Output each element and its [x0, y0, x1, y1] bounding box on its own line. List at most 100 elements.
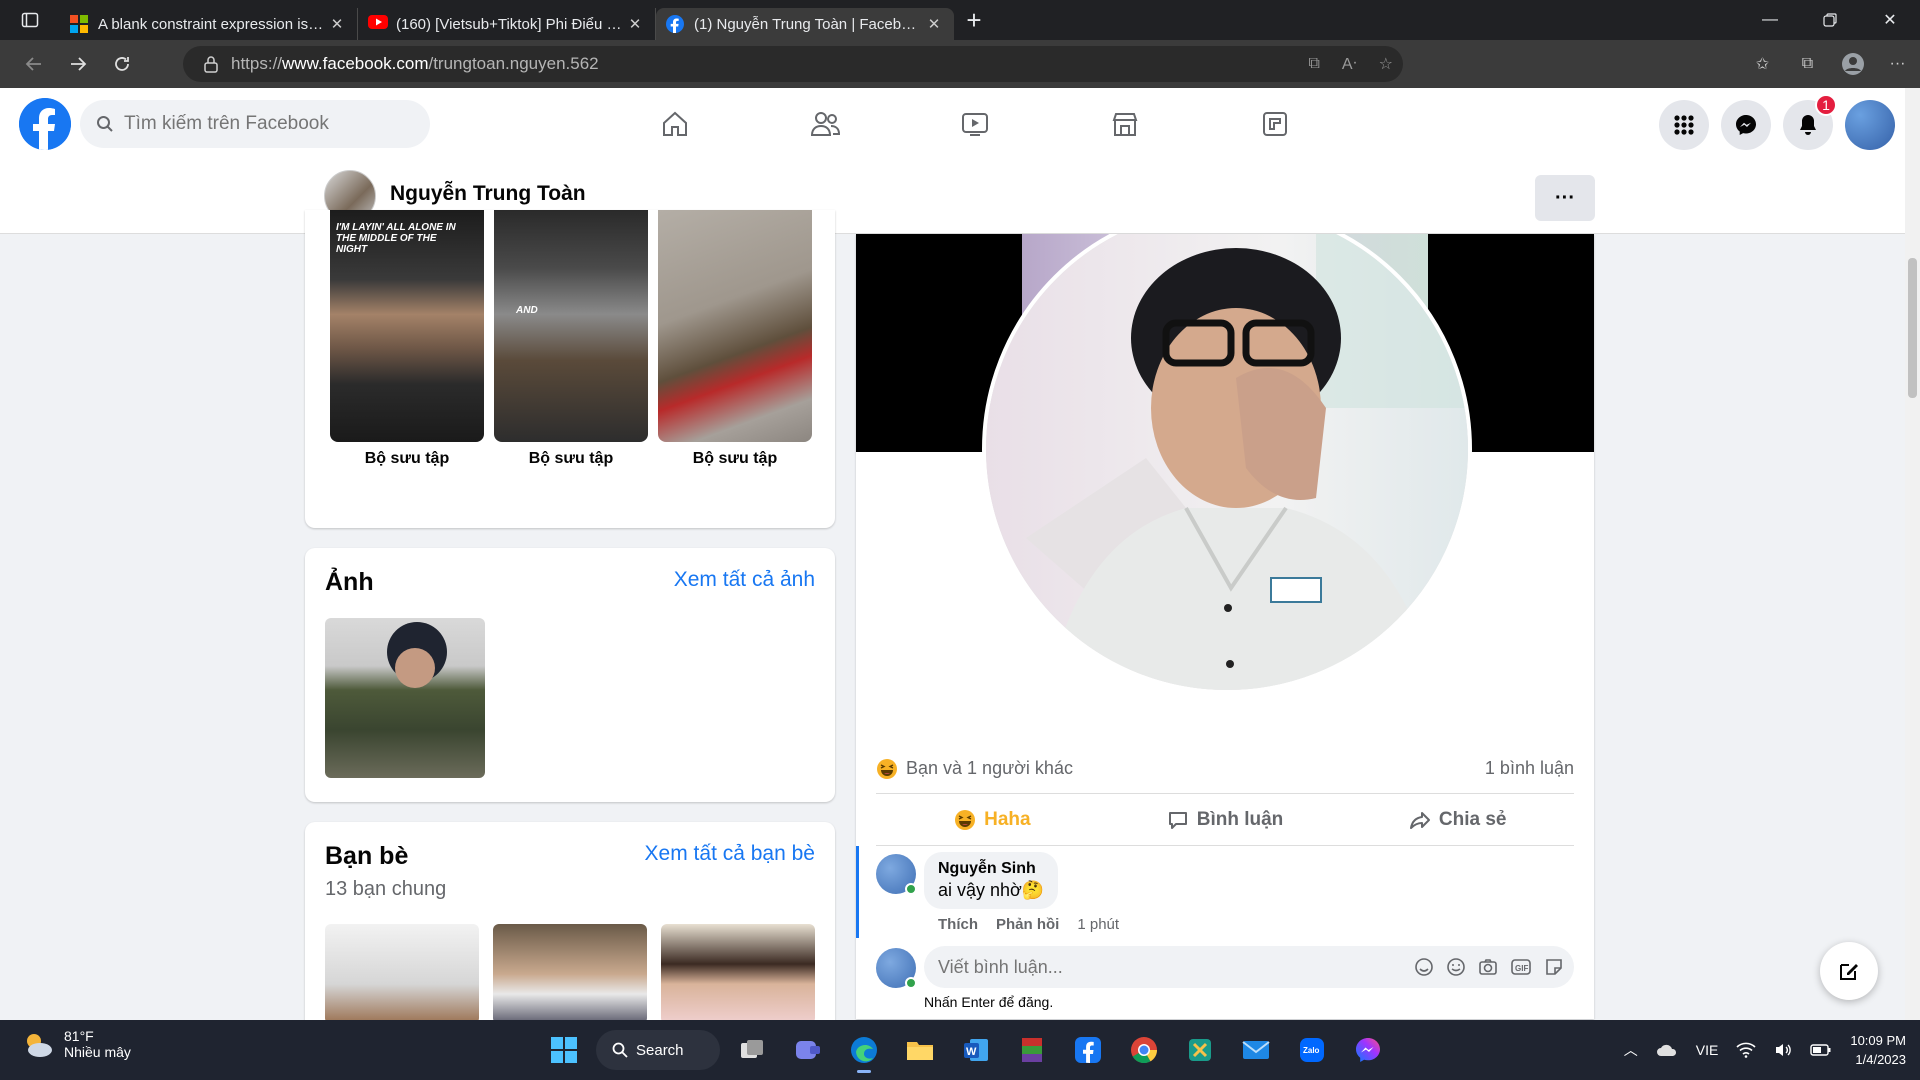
browser-tab-2[interactable]: (160) [Vietsub+Tiktok] Phi Điểu Và Ve Sầ…	[358, 8, 656, 40]
notifications-button[interactable]: 1	[1783, 94, 1837, 150]
profile-name[interactable]: Nguyễn Trung Toàn	[390, 182, 586, 206]
favorites-icon[interactable]: ✩	[1740, 44, 1785, 84]
collection-item[interactable]: Bộ sưu tập	[658, 210, 812, 468]
windows-start-icon[interactable]	[540, 1026, 588, 1074]
nav-friends[interactable]	[750, 88, 900, 160]
collection-label[interactable]: Bộ sưu tập	[330, 450, 484, 468]
profile-icon[interactable]	[1830, 44, 1875, 84]
minimize-icon[interactable]: —	[1740, 0, 1800, 40]
wifi-icon[interactable]	[1736, 1042, 1756, 1058]
messenger-button[interactable]	[1721, 100, 1771, 150]
address-bar[interactable]: https://www.facebook.com/trungtoan.nguye…	[183, 46, 1403, 82]
comment-reply-link[interactable]: Phản hồi	[996, 916, 1059, 933]
teams-chat-icon[interactable]	[784, 1026, 832, 1074]
winrar-icon[interactable]	[1008, 1026, 1056, 1074]
system-clock[interactable]: 10:09 PM 1/4/2023	[1850, 1031, 1906, 1069]
sticker-icon[interactable]	[1544, 957, 1564, 977]
close-tab-icon[interactable]: ✕	[327, 15, 347, 33]
new-tab-button[interactable]: +	[954, 0, 994, 40]
friend-thumbnail[interactable]	[325, 924, 479, 1024]
camera-icon[interactable]	[1478, 957, 1498, 977]
collection-label[interactable]: Bộ sưu tập	[494, 450, 648, 468]
search-input[interactable]	[124, 113, 404, 135]
nav-marketplace[interactable]	[1050, 88, 1200, 160]
nav-gaming[interactable]	[1200, 88, 1350, 160]
facebook-search[interactable]	[80, 100, 430, 148]
input-language[interactable]: VIE	[1696, 1042, 1719, 1058]
collection-item[interactable]: I'M LAYIN' ALL ALONE IN THE MIDDLE OF TH…	[330, 210, 484, 468]
task-view-icon[interactable]	[728, 1026, 776, 1074]
settings-more-icon[interactable]: ···	[1875, 44, 1920, 84]
gif-icon[interactable]: GIF	[1510, 957, 1532, 977]
restore-icon[interactable]	[1800, 0, 1860, 40]
friend-thumbnail[interactable]	[661, 924, 815, 1024]
forward-icon[interactable]	[56, 44, 100, 84]
add-favorite-icon[interactable]: ☆	[1379, 54, 1393, 74]
haha-button[interactable]: Haha	[876, 794, 1109, 845]
volume-icon[interactable]	[1774, 1042, 1792, 1058]
back-icon[interactable]	[12, 44, 56, 84]
browser-tab-3-active[interactable]: (1) Nguyễn Trung Toàn | Facebook ✕	[656, 8, 954, 40]
zalo-icon[interactable]: Zalo	[1288, 1026, 1336, 1074]
comments-count[interactable]: 1 bình luận	[1485, 758, 1574, 779]
comment-button[interactable]: Bình luận	[1109, 794, 1342, 845]
close-tab-icon[interactable]: ✕	[625, 15, 645, 33]
see-all-photos-link[interactable]: Xem tất cả ảnh	[674, 568, 815, 592]
read-aloud-icon[interactable]: Aᐧ	[1342, 54, 1357, 74]
file-explorer-icon[interactable]	[896, 1026, 944, 1074]
comment-time[interactable]: 1 phút	[1077, 916, 1119, 933]
page-scrollbar[interactable]	[1905, 88, 1920, 1020]
profile-picture[interactable]	[982, 234, 1472, 694]
onedrive-icon[interactable]	[1656, 1043, 1678, 1057]
collection-label[interactable]: Bộ sưu tập	[658, 450, 812, 468]
open-in-app-icon[interactable]: ⧉	[1308, 55, 1319, 73]
my-avatar[interactable]	[876, 948, 917, 989]
scrollbar-thumb[interactable]	[1908, 258, 1917, 398]
word-icon[interactable]: W	[952, 1026, 1000, 1074]
close-window-icon[interactable]: ✕	[1860, 0, 1920, 40]
collection-item[interactable]: AND Bộ sưu tập	[494, 210, 648, 468]
friend-thumbnail[interactable]	[493, 924, 647, 1024]
comment-input-box[interactable]: GIF	[924, 946, 1574, 988]
nav-home[interactable]	[600, 88, 750, 160]
browser-tab-1[interactable]: A blank constraint expression is not all…	[60, 8, 358, 40]
see-all-friends-link[interactable]: Xem tất cả bạn bè	[645, 842, 815, 866]
refresh-icon[interactable]	[100, 44, 144, 84]
close-tab-icon[interactable]: ✕	[924, 15, 944, 33]
emoji-icon[interactable]	[1446, 957, 1466, 977]
profile-more-button[interactable]: ···	[1535, 175, 1595, 221]
menu-button[interactable]	[1659, 100, 1709, 150]
collections-icon[interactable]: ⧉	[1785, 44, 1830, 84]
comment-like-link[interactable]: Thích	[938, 916, 978, 933]
messenger-app-icon[interactable]	[1344, 1026, 1392, 1074]
taskbar-search[interactable]: Search	[596, 1030, 720, 1070]
share-button[interactable]: Chia sẻ	[1341, 794, 1574, 845]
new-message-button[interactable]	[1820, 942, 1878, 1000]
photo-thumbnail[interactable]	[325, 618, 485, 778]
commenter-avatar[interactable]	[876, 854, 917, 895]
comment-icon	[1167, 809, 1189, 831]
system-tray: ︿ VIE 10:09 PM 1/4/2023	[1624, 1020, 1906, 1080]
facebook-logo-icon[interactable]	[19, 98, 71, 150]
snipping-tool-icon[interactable]	[1176, 1026, 1224, 1074]
comment-author[interactable]: Nguyễn Sinh	[938, 860, 1044, 878]
weather-widget[interactable]: 81°F Nhiều mây	[20, 1028, 131, 1060]
comment-input[interactable]	[938, 956, 1378, 978]
comment-highlight-bar	[856, 846, 859, 938]
battery-icon[interactable]	[1810, 1043, 1832, 1057]
taskbar-search-label: Search	[636, 1041, 684, 1059]
account-avatar[interactable]	[1845, 100, 1895, 150]
chrome-icon[interactable]	[1120, 1026, 1168, 1074]
edge-browser-icon[interactable]	[840, 1026, 888, 1074]
reactions-summary[interactable]: Bạn và 1 người khác	[876, 758, 1073, 780]
avatar-sticker-icon[interactable]	[1414, 957, 1434, 977]
mail-icon[interactable]	[1232, 1026, 1280, 1074]
chevron-up-icon[interactable]: ︿	[1624, 1040, 1638, 1060]
facebook-header: 1	[0, 88, 1905, 160]
nav-watch[interactable]	[900, 88, 1050, 160]
collection-thumbnail: AND	[494, 210, 648, 442]
facebook-main-nav	[600, 88, 1350, 160]
tab-actions-icon[interactable]	[0, 0, 60, 40]
windows-taskbar: 81°F Nhiều mây Search W Zalo ︿ VIE 10:09…	[0, 1020, 1920, 1080]
facebook-app-icon[interactable]	[1064, 1026, 1112, 1074]
